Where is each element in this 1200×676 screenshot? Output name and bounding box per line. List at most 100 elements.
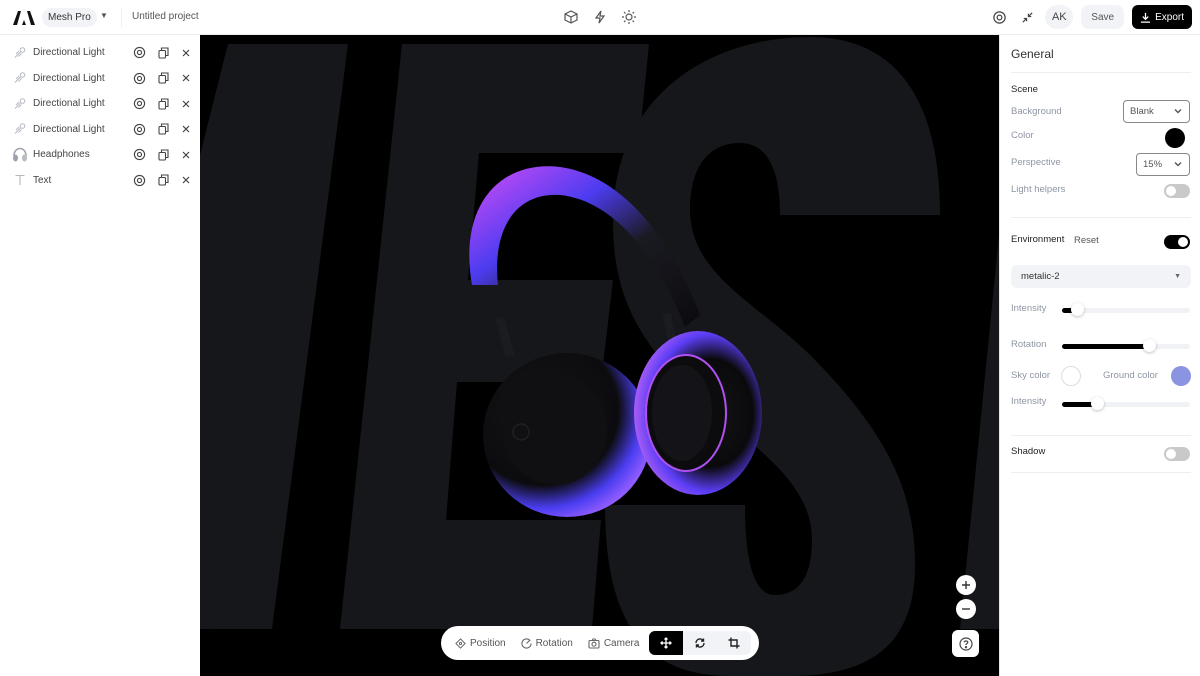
layer-label: Directional Light: [33, 98, 105, 109]
rotation-label: Rotation: [535, 637, 573, 649]
directional-light-icon: [12, 45, 28, 61]
background-select[interactable]: Blank: [1123, 100, 1190, 123]
layer-item[interactable]: Directional Light: [0, 117, 200, 142]
perspective-select[interactable]: 15%: [1136, 153, 1190, 176]
rotation-slider[interactable]: [1062, 339, 1190, 352]
delete-close-icon[interactable]: [179, 71, 193, 85]
slider-thumb[interactable]: [1090, 397, 1104, 410]
visibility-eye-icon[interactable]: [132, 122, 146, 136]
viewport-canvas[interactable]: Position Rotation Camera: [200, 35, 999, 676]
scene-heading: Scene: [1011, 84, 1038, 95]
camera-label: Camera: [603, 637, 640, 649]
visibility-eye-icon[interactable]: [132, 71, 146, 85]
rotate-mode-button[interactable]: [683, 631, 717, 655]
layers-panel: Directional Light Directional Light Direct…: [0, 35, 200, 676]
plus-icon: [962, 581, 970, 589]
left-ear-plate: [503, 375, 607, 485]
layer-item[interactable]: Text: [0, 168, 200, 193]
toggle-knob: [1166, 449, 1176, 459]
visibility-eye-icon[interactable]: [132, 97, 146, 111]
visibility-eye-icon[interactable]: [132, 148, 146, 162]
camera-icon: [588, 637, 600, 649]
mode-switcher: [649, 631, 752, 655]
visibility-eye-icon[interactable]: [132, 46, 146, 60]
sky-color-label: Sky color: [1011, 370, 1051, 381]
duplicate-icon[interactable]: [156, 97, 170, 111]
delete-close-icon[interactable]: [179, 122, 193, 136]
duplicate-icon[interactable]: [156, 173, 170, 187]
divider: [1011, 435, 1191, 436]
layer-item[interactable]: Directional Light: [0, 91, 200, 116]
slider-thumb[interactable]: [1071, 303, 1085, 316]
properties-panel: General Scene Background Blank Color Per…: [999, 35, 1200, 676]
zoom-in-button[interactable]: [956, 575, 976, 595]
directional-light-icon: [12, 70, 28, 86]
ground-color-swatch[interactable]: [1171, 366, 1191, 386]
intensity-slider[interactable]: [1062, 303, 1190, 316]
workspace-selector[interactable]: Mesh Pro: [42, 8, 97, 27]
letter-m: [200, 44, 348, 629]
delete-close-icon[interactable]: [179, 46, 193, 60]
light-helpers-label: Light helpers: [1011, 184, 1066, 195]
delete-close-icon[interactable]: [179, 173, 193, 187]
light-helpers-toggle[interactable]: [1164, 184, 1190, 198]
layer-label: Directional Light: [33, 123, 105, 135]
panel-title: General: [1011, 47, 1054, 61]
scene-color-swatch[interactable]: [1165, 128, 1185, 148]
environment-toggle[interactable]: [1164, 235, 1190, 249]
headphones-icon: [12, 147, 28, 163]
toggle-knob: [1166, 186, 1176, 196]
divider: [1011, 217, 1191, 218]
position-button[interactable]: Position: [455, 631, 506, 655]
download-icon: [1141, 12, 1151, 23]
environment-preset-select[interactable]: metalic-2 ▼: [1011, 265, 1191, 288]
rotation-icon: [520, 637, 532, 649]
visibility-eye-icon[interactable]: [132, 173, 146, 187]
chevron-down-icon: ▼: [1174, 273, 1181, 280]
ground-color-label: Ground color: [1103, 370, 1158, 381]
slider-fill: [1062, 344, 1150, 349]
duplicate-icon[interactable]: [156, 71, 170, 85]
zoom-out-button[interactable]: [956, 599, 976, 619]
layer-item[interactable]: Headphones: [0, 142, 200, 167]
rotation-button[interactable]: Rotation: [520, 631, 573, 655]
crop-mode-button[interactable]: [717, 631, 751, 655]
divider: [1011, 72, 1191, 73]
mesh-logo-icon[interactable]: [12, 8, 36, 26]
chevron-down-icon[interactable]: ▼: [100, 11, 108, 20]
project-title[interactable]: Untitled project: [132, 11, 199, 22]
help-button[interactable]: [952, 630, 979, 657]
position-label: Position: [470, 637, 506, 649]
duplicate-icon[interactable]: [156, 148, 170, 162]
perspective-label: Perspective: [1011, 157, 1061, 168]
minimize-icon[interactable]: [1017, 5, 1037, 29]
hemi-intensity-slider[interactable]: [1062, 397, 1190, 410]
slider-thumb[interactable]: [1143, 339, 1157, 352]
shadow-heading: Shadow: [1011, 446, 1046, 457]
delete-close-icon[interactable]: [179, 97, 193, 111]
shadow-toggle[interactable]: [1164, 447, 1190, 461]
eye-icon[interactable]: [989, 5, 1009, 29]
delete-close-icon[interactable]: [179, 148, 193, 162]
reset-environment-link[interactable]: Reset: [1074, 235, 1099, 246]
duplicate-icon[interactable]: [156, 46, 170, 60]
perspective-value: 15%: [1143, 159, 1163, 170]
lightning-icon[interactable]: [592, 9, 608, 25]
layer-item[interactable]: Directional Light: [0, 40, 200, 65]
color-label: Color: [1011, 130, 1034, 141]
export-button[interactable]: Export: [1132, 5, 1192, 29]
sun-icon[interactable]: [621, 9, 637, 25]
user-avatar[interactable]: AK: [1045, 5, 1074, 29]
move-mode-button[interactable]: [649, 631, 684, 655]
right-ear-inner: [652, 365, 712, 461]
transform-toolbar: Position Rotation Camera: [441, 626, 759, 660]
duplicate-icon[interactable]: [156, 122, 170, 136]
sky-color-swatch[interactable]: [1061, 366, 1081, 386]
top-bar: Mesh Pro ▼ Untitled project AK Save Expo…: [0, 0, 1200, 35]
letter-next: [960, 235, 999, 629]
camera-button[interactable]: Camera: [588, 631, 640, 655]
layer-item[interactable]: Directional Light: [0, 66, 200, 91]
save-button[interactable]: Save: [1081, 5, 1125, 29]
cube-icon[interactable]: [563, 9, 579, 25]
chevron-down-icon: [1174, 109, 1182, 114]
